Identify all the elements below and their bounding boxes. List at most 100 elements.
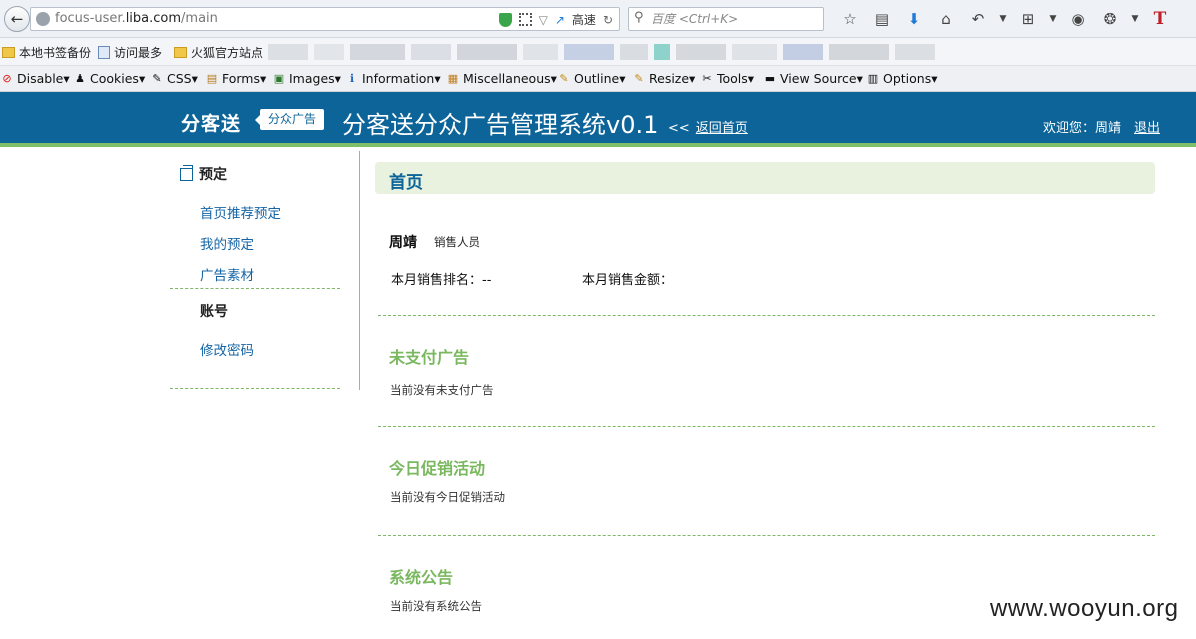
star-icon[interactable]: ☆ xyxy=(834,8,866,30)
devbar-label: Miscellaneous▾ xyxy=(463,71,557,86)
url-text[interactable]: focus-user.liba.com/main xyxy=(55,11,218,26)
devbar-label: Cookies▾ xyxy=(90,71,146,86)
devbar-cookies[interactable]: ♟ Cookies▾ xyxy=(73,71,145,86)
chevron-down-icon[interactable]: ▼ xyxy=(1044,8,1062,30)
devbar-label: Information▾ xyxy=(362,71,441,86)
welcome-text: 欢迎您：周靖 xyxy=(1043,121,1122,136)
globe-icon xyxy=(36,12,50,26)
section-title-system-notices: 系统公告 xyxy=(389,568,454,587)
devbar-options[interactable]: ▥ Options▾ xyxy=(866,71,938,86)
main-content: 首页 周靖 销售人员 本月销售排名：-- 本月销售金额： 未支付广告 当前没有未… xyxy=(375,151,1156,639)
speed-label[interactable]: 高速 xyxy=(572,11,596,28)
disable-icon: ⊘ xyxy=(2,71,12,85)
page-title: 首页 xyxy=(389,173,423,193)
double-chevron-left-icon: << xyxy=(668,121,690,136)
folder-icon xyxy=(2,47,15,58)
pencil-icon: ✎ xyxy=(152,71,162,85)
sidebar-section-label: 预定 xyxy=(199,167,227,183)
sidebar-section-account: 账号 xyxy=(200,304,228,320)
info-icon: ℹ xyxy=(349,71,355,85)
sidebar-divider xyxy=(170,388,340,389)
view-source-icon: ▬ xyxy=(764,71,776,85)
chevron-down-icon[interactable]: ▼ xyxy=(994,8,1012,30)
forms-icon: ▤ xyxy=(206,71,218,85)
sidebar-item-change-password[interactable]: 修改密码 xyxy=(200,339,254,359)
download-icon[interactable]: ⬇ xyxy=(898,8,930,30)
pencil-icon: ✎ xyxy=(559,71,569,85)
chevron-down-icon[interactable]: ▼ xyxy=(1126,8,1144,30)
reload-icon[interactable]: ↻ xyxy=(603,13,613,27)
user-name: 周靖 xyxy=(389,235,417,251)
devbar-view-source[interactable]: ▬ View Source▾ xyxy=(763,71,863,86)
devbar-css[interactable]: ✎ CSS▾ xyxy=(150,71,197,86)
sidebar-item-homepage-recommend[interactable]: 首页推荐预定 xyxy=(200,202,281,222)
web-developer-toolbar: ⊘ Disable▾ ♟ Cookies▾ ✎ CSS▾ ▤ Forms▾ ▣ Image… xyxy=(0,66,1196,92)
bookmark-label: 火狐官方站点 xyxy=(191,46,264,60)
monthly-sales-amount: 本月销售金额： xyxy=(582,273,674,288)
devbar-outline[interactable]: ✎ Outline▾ xyxy=(557,71,626,86)
devbar-information[interactable]: ℹ Information▾ xyxy=(345,71,441,86)
back-home-link[interactable]: 返回首页 xyxy=(696,121,748,136)
monthly-sales-rank: 本月销售排名：-- xyxy=(391,273,492,288)
logo-badge: 分众广告 xyxy=(254,109,325,130)
section-empty-system-notices: 当前没有系统公告 xyxy=(390,599,482,613)
devbar-label: Resize▾ xyxy=(649,71,696,86)
section-empty-unpaid-ads: 当前没有未支付广告 xyxy=(390,383,494,397)
section-divider xyxy=(378,426,1155,427)
system-title: 分客送分众广告管理系统v0.1 xyxy=(342,111,659,139)
t-icon[interactable]: T xyxy=(1144,8,1176,30)
back-home: << 返回首页 xyxy=(668,117,748,136)
section-divider xyxy=(378,315,1155,316)
url-bar[interactable]: focus-user.liba.com/main ▽ ↗ 高速 ↻ xyxy=(30,7,620,31)
reading-list-icon[interactable]: ▤ xyxy=(866,8,898,30)
qr-code-icon[interactable] xyxy=(518,13,532,26)
page-icon xyxy=(98,46,110,59)
url-bar-icons: ▽ ↗ 高速 ↻ xyxy=(498,11,613,28)
back-arrow-icon[interactable]: ← xyxy=(4,6,30,32)
devbar-disable[interactable]: ⊘ Disable▾ xyxy=(0,71,69,86)
devbar-label: Options▾ xyxy=(883,71,938,86)
speed-icon: ↗ xyxy=(554,12,565,27)
bookmark-local-backup[interactable]: 本地书签备份 xyxy=(2,44,91,61)
section-divider xyxy=(378,535,1155,536)
dropdown-arrow-icon[interactable]: ▽ xyxy=(539,13,548,27)
misc-icon: ▦ xyxy=(447,71,459,85)
devbar-images[interactable]: ▣ Images▾ xyxy=(272,71,341,86)
devbar-label: Outline▾ xyxy=(574,71,626,86)
chat-icon[interactable]: ◉ xyxy=(1062,8,1094,30)
sidebar-item-ad-materials[interactable]: 广告素材 xyxy=(200,264,254,284)
devbar-forms[interactable]: ▤ Forms▾ xyxy=(205,71,266,86)
browser-toolbar: ☆ ▤ ⬇ ⌂ ↶ ▼ ⊞ ▼ ◉ ❂ ▼ T xyxy=(834,8,1176,30)
devbar-label: Forms▾ xyxy=(222,71,267,86)
undo-icon[interactable]: ↶ xyxy=(962,8,994,30)
page-title-bar: 首页 xyxy=(375,162,1155,194)
sidebar-item-my-bookings[interactable]: 我的预定 xyxy=(200,233,254,253)
shield-icon[interactable] xyxy=(498,12,512,27)
bookmark-label: 访问最多 xyxy=(114,46,163,60)
site-logo[interactable]: 分客送 xyxy=(181,109,241,136)
search-input[interactable] xyxy=(651,10,819,28)
devbar-resize[interactable]: ✎ Resize▾ xyxy=(632,71,695,86)
site-header: 分客送 分众广告 分客送分众广告管理系统v0.1 << 返回首页 欢迎您：周靖 退… xyxy=(0,92,1196,147)
bug-icon[interactable]: ❂ xyxy=(1094,8,1126,30)
logout-link[interactable]: 退出 xyxy=(1134,117,1160,136)
section-title-unpaid-ads: 未支付广告 xyxy=(389,348,470,367)
browser-nav-bar: ← focus-user.liba.com/main ▽ ↗ 高速 ↻ ⚲ ☆ … xyxy=(0,0,1196,38)
bookmark-label: 本地书签备份 xyxy=(19,46,92,60)
user-role: 销售人员 xyxy=(434,235,480,249)
home-icon[interactable]: ⌂ xyxy=(930,8,962,30)
devbar-tools[interactable]: ✂ Tools▾ xyxy=(700,71,754,86)
section-title-today-promotions: 今日促销活动 xyxy=(389,459,486,478)
sidebar-divider xyxy=(170,288,340,289)
sidebar-section-booking: 预定 xyxy=(180,164,227,184)
bookmark-firefox-official[interactable]: 火狐官方站点 xyxy=(174,44,263,61)
crop-icon[interactable]: ⊞ xyxy=(1012,8,1044,30)
image-icon: ▣ xyxy=(273,71,285,85)
devbar-label: Tools▾ xyxy=(717,71,755,86)
bookmark-most-visited[interactable]: 访问最多 xyxy=(98,44,162,61)
section-empty-today-promotions: 当前没有今日促销活动 xyxy=(390,490,505,504)
cookies-icon: ♟ xyxy=(75,71,85,85)
devbar-label: Images▾ xyxy=(289,71,341,86)
devbar-miscellaneous[interactable]: ▦ Miscellaneous▾ xyxy=(446,71,557,86)
search-box[interactable]: ⚲ xyxy=(628,7,824,31)
